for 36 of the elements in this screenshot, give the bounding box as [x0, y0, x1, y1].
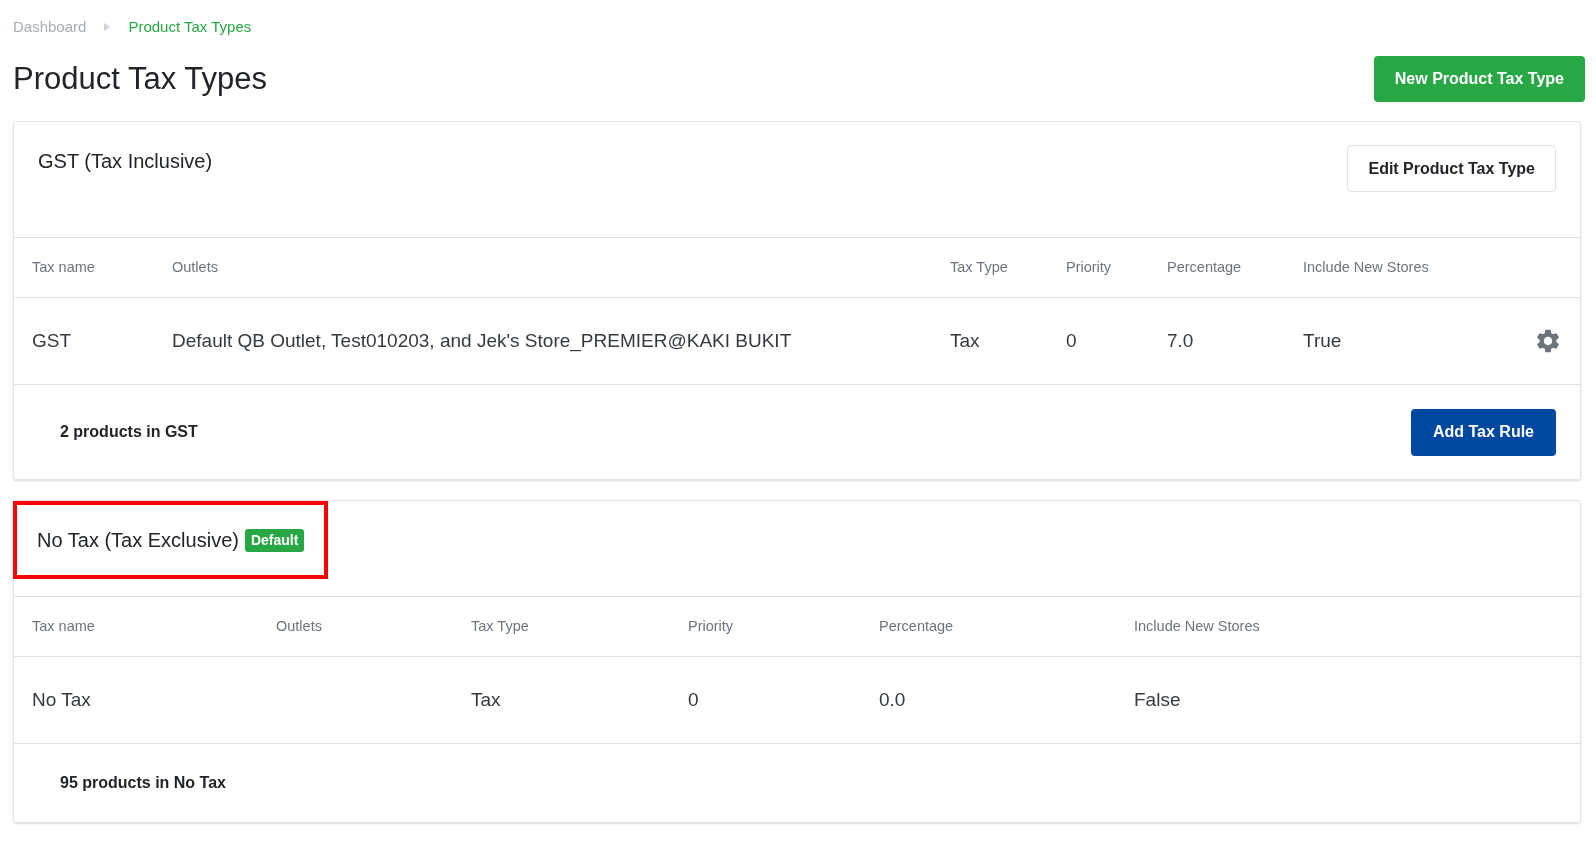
default-badge: Default: [244, 528, 305, 552]
page-title: Product Tax Types: [13, 59, 267, 98]
table-cell-text: GST: [32, 328, 73, 353]
breadcrumb-link[interactable]: Dashboard: [13, 15, 87, 39]
breadcrumb-separator-icon: [104, 23, 111, 31]
column-header: Tax Type: [471, 616, 530, 636]
column-header: Priority: [688, 616, 735, 636]
tax-type-title: GST (Tax Inclusive): [38, 149, 213, 174]
breadcrumb-link[interactable]: Product Tax Types: [128, 15, 252, 39]
table-cell-text: Default QB Outlet, Test010203, and Jek's Store_PREMIER@KAKI BUKIT: [172, 328, 793, 354]
table-cell-text: 0: [1066, 328, 1078, 353]
table-cell-text: False: [1134, 687, 1182, 712]
column-header: Include New Stores: [1134, 616, 1261, 636]
column-header: Tax Type: [950, 257, 1009, 277]
column-header: Outlets: [172, 257, 219, 277]
settings-icon[interactable]: [1534, 327, 1562, 355]
table-cell-text: Tax: [471, 687, 502, 712]
column-header: Percentage: [879, 616, 955, 636]
table-cell-text: No Tax: [32, 687, 92, 712]
add-tax-rule-button[interactable]: Add Tax Rule: [1410, 408, 1556, 456]
product-count: 2 products in GST: [60, 422, 198, 442]
product-count: 95 products in No Tax: [60, 773, 226, 793]
table-cell-text: 0: [688, 687, 700, 712]
column-header: Outlets: [276, 616, 323, 636]
tax-type-title: No Tax (Tax Exclusive): [37, 528, 239, 553]
new-tax-type-button[interactable]: New Product Tax Type: [1373, 56, 1585, 102]
column-header: Priority: [1066, 257, 1113, 277]
column-header: Tax name: [32, 257, 96, 277]
table-cell-text: 7.0: [1167, 328, 1195, 353]
column-header: Tax name: [32, 616, 96, 636]
table-cell-text: Tax: [950, 328, 981, 353]
table-cell-text: True: [1303, 328, 1343, 353]
edit-tax-type-button[interactable]: Edit Product Tax Type: [1347, 145, 1556, 192]
column-header: Include New Stores: [1303, 257, 1430, 277]
column-header: Percentage: [1167, 257, 1243, 277]
table-cell-text: 0.0: [879, 687, 907, 712]
